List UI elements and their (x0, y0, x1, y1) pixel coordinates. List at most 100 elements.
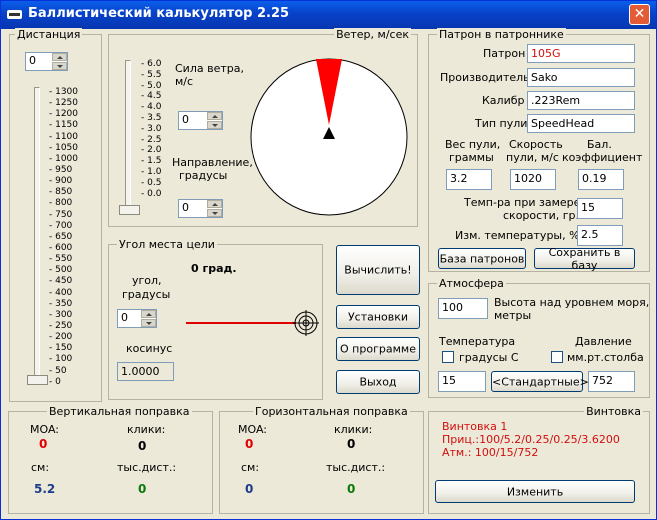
temp-change-field[interactable]: 2.5 (577, 225, 623, 246)
horizontal-ths-value: 0 (347, 482, 356, 496)
spin-up-icon[interactable] (207, 200, 222, 208)
angle-group-label: Угол места цели (117, 238, 217, 251)
settings-button[interactable]: Установки (336, 305, 420, 329)
standard-button[interactable]: <Стандартные> (491, 371, 589, 392)
main-window: Баллистический калькулятор 2.25 ✕ Дистан… (0, 0, 657, 520)
altitude-label-1: Высота над уровнем моря, (494, 296, 650, 309)
rifle-group-label: Винтовка (584, 405, 643, 418)
spin-down-icon[interactable] (207, 209, 222, 217)
wind-direction-spinner[interactable]: 0 (178, 199, 223, 218)
wind-compass-icon[interactable] (249, 57, 409, 217)
vertical-clicks-label: клики: (127, 423, 166, 436)
vertical-ths-label: тыс.дист.: (117, 461, 177, 474)
bullet-weight-label-2: граммы (449, 151, 494, 164)
mmhg-label: мм.рт.столба (567, 351, 644, 364)
celsius-checkbox[interactable] (442, 351, 454, 363)
vertical-cm-label: см: (31, 461, 50, 474)
cartridge-field[interactable]: 105G (527, 44, 635, 63)
distance-scale-tick: 100 (49, 355, 78, 366)
wind-scale-tick: 3.0 (141, 124, 161, 136)
change-rifle-button[interactable]: Изменить (435, 480, 635, 503)
temperature-field[interactable]: 15 (438, 371, 486, 392)
atmosphere-group-label: Атмосфера (437, 277, 506, 290)
spin-up-icon[interactable] (207, 112, 222, 120)
cartridge-db-button[interactable]: База патронов (438, 248, 526, 269)
distance-scale-tick: 50 (49, 366, 78, 378)
vertical-moa-value: 0 (39, 437, 48, 451)
bullet-speed-field[interactable]: 1020 (510, 169, 556, 190)
save-to-db-button[interactable]: Сохранить в базу (534, 246, 635, 272)
distance-slider-thumb[interactable] (27, 375, 48, 385)
bullet-weight-field[interactable]: 3.2 (446, 169, 492, 190)
spin-down-icon[interactable] (52, 62, 67, 70)
cartridge-db-button-label: База патронов (439, 252, 525, 265)
close-button[interactable]: ✕ (629, 4, 650, 25)
title-bar: Баллистический калькулятор 2.25 ✕ (1, 1, 656, 29)
mmhg-checkbox[interactable] (551, 351, 563, 363)
cartridge-label: Патрон (483, 47, 526, 60)
horizontal-moa-value: 0 (245, 437, 254, 451)
angle-label-2: градусы (122, 288, 171, 301)
horizontal-cm-label: см: (241, 461, 260, 474)
wind-direction-label-1: Направление, (172, 156, 253, 169)
spin-down-icon[interactable] (207, 121, 222, 129)
celsius-label: градусы С (459, 351, 519, 364)
distance-scale-tick: 400 (49, 288, 78, 300)
bc-label-2: коэффициент (562, 151, 643, 164)
spin-down-icon[interactable] (141, 319, 156, 327)
caliber-field[interactable]: .223Rem (527, 91, 635, 110)
calculate-button-label: Вычислить! (344, 263, 412, 277)
wind-scale: 6.05.55.04.54.03.53.02.52.01.51.00.50.0 (141, 60, 161, 200)
measure-temp-field[interactable]: 15 (577, 198, 623, 219)
angle-value: 0 (121, 311, 128, 324)
maker-field[interactable]: Sako (527, 68, 635, 87)
distance-spinner[interactable]: 0 (25, 52, 68, 71)
horizontal-correction-label: Горизонтальная поправка (253, 405, 410, 418)
rifle-name: Винтовка 1 (442, 420, 508, 433)
bc-field[interactable]: 0.19 (578, 169, 624, 190)
cartridge-group-label: Патрон в патроннике (437, 28, 566, 41)
wind-slider-thumb[interactable] (119, 205, 140, 215)
wind-slider-track[interactable] (125, 60, 131, 214)
temp-change-label: Изм. температуры, % (455, 229, 580, 242)
about-button-label: О программе (340, 342, 416, 356)
vertical-clicks-value: 0 (138, 439, 147, 453)
wind-direction-label-2: градусы (179, 169, 228, 182)
cosine-label: косинус (126, 342, 173, 355)
measure-temp-label-1: Темп-ра при замере (464, 196, 581, 209)
calculate-button[interactable]: Вычислить! (336, 245, 420, 295)
wind-strength-label-1: Сила ветра, (175, 62, 244, 75)
change-rifle-button-label: Изменить (506, 485, 564, 498)
spin-up-icon[interactable] (141, 310, 156, 318)
distance-scale-tick: 0 (49, 377, 78, 389)
window-title: Баллистический калькулятор 2.25 (28, 6, 290, 21)
distance-slider-track[interactable] (34, 87, 40, 384)
wind-group-label: Ветер, м/сек (334, 28, 411, 41)
caliber-label: Калибр (482, 94, 525, 107)
exit-button[interactable]: Выход (336, 370, 420, 394)
wind-strength-label-2: м/с (175, 75, 194, 88)
app-icon (7, 10, 22, 19)
temperature-label: Температура (439, 335, 516, 348)
bullet-weight-label-1: Вес пули, (445, 138, 501, 151)
about-button[interactable]: О программе (336, 337, 420, 361)
wind-direction-value: 0 (182, 201, 189, 214)
wind-strength-value: 0 (182, 113, 189, 126)
horizontal-clicks-value: 0 (347, 437, 356, 451)
rifle-atm-info: Атм.: 100/15/752 (442, 446, 539, 459)
angle-spinner[interactable]: 0 (117, 309, 157, 328)
bullet-type-field[interactable]: SpeedHead (527, 114, 635, 133)
angle-visual (186, 310, 319, 336)
wind-scale-tick: 0.0 (141, 189, 161, 201)
wind-strength-spinner[interactable]: 0 (178, 111, 223, 130)
angle-label-1: угол, (132, 274, 162, 287)
pressure-field[interactable]: 752 (588, 371, 635, 392)
horizontal-ths-label: тыс.дист.: (326, 461, 386, 474)
wind-scale-tick: 5.5 (141, 70, 161, 82)
standard-button-label: <Стандартные> (492, 375, 589, 388)
exit-button-label: Выход (359, 375, 397, 389)
scope-reticle-icon (293, 310, 319, 336)
spin-up-icon[interactable] (52, 53, 67, 61)
distance-scale: 1300125012001150110010501000950900850800… (49, 87, 78, 389)
altitude-field[interactable]: 100 (438, 298, 488, 319)
